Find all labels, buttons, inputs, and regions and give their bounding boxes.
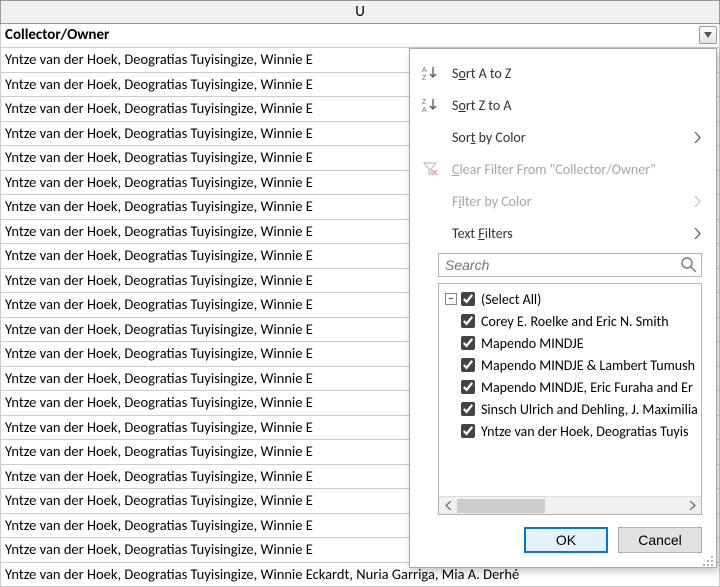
filter-item-label: Sinsch Ulrich and Dehling, J. Maximilia	[481, 401, 697, 418]
clear-filter: Clear Filter From "Collector/Owner"	[410, 153, 716, 185]
filter-item-label: Yntze van der Hoek, Deogratias Tuyis	[481, 423, 688, 440]
filter-checkbox-row[interactable]: Yntze van der Hoek, Deogratias Tuyis	[461, 420, 697, 442]
filter-item-label: Mapendo MINDJE & Lambert Tumush	[481, 357, 695, 374]
filter-item-checkbox[interactable]	[461, 402, 475, 416]
autofilter-popup: A Z Sort A to Z Z A Sort Z to A Sort by …	[409, 48, 717, 568]
filter-search-input[interactable]	[438, 253, 702, 277]
column-header-cell[interactable]: Collector/Owner	[0, 24, 720, 48]
menu-label: Text Filters	[452, 225, 692, 242]
filter-checkbox-row[interactable]: Sinsch Ulrich and Dehling, J. Maximilia	[461, 398, 697, 420]
sort-z-to-a[interactable]: Z A Sort Z to A	[410, 89, 716, 121]
filter-item-checkbox[interactable]	[461, 336, 475, 350]
filter-item-checkbox[interactable]	[461, 380, 475, 394]
filter-item-label: Mapendo MINDJE, Eric Furaha and Er	[481, 379, 693, 396]
select-all-checkbox[interactable]	[461, 292, 475, 306]
horizontal-scrollbar[interactable]	[439, 496, 701, 514]
filter-checkbox-row[interactable]: Mapendo MINDJE, Eric Furaha and Er	[461, 376, 697, 398]
column-letter-header[interactable]: U	[0, 0, 720, 24]
chevron-right-icon	[692, 132, 702, 142]
svg-text:A: A	[422, 67, 427, 74]
svg-text:Z: Z	[422, 99, 427, 106]
cancel-button[interactable]: Cancel	[618, 527, 702, 553]
menu-label: Filter by Color	[452, 193, 692, 210]
scrollbar-track[interactable]	[457, 498, 683, 514]
svg-text:Z: Z	[422, 75, 427, 81]
filter-dropdown-button[interactable]	[699, 26, 717, 44]
menu-label: Sort A to Z	[452, 65, 702, 82]
filter-checkbox-row[interactable]: Corey E. Roelke and Eric N. Smith	[461, 310, 697, 332]
scroll-left-arrow[interactable]	[439, 498, 457, 514]
chevron-right-icon	[692, 228, 702, 238]
filter-checkbox-row[interactable]: Mapendo MINDJE & Lambert Tumush	[461, 354, 697, 376]
sort-desc-icon: Z A	[420, 95, 442, 115]
sort-asc-icon: A Z	[420, 63, 442, 83]
menu-label: Sort Z to A	[452, 97, 702, 114]
menu-label: Sort by Color	[452, 129, 692, 146]
filter-item-label: Corey E. Roelke and Eric N. Smith	[481, 313, 669, 330]
column-header-label: Collector/Owner	[5, 26, 109, 44]
resize-grip-icon[interactable]	[702, 553, 714, 565]
select-all-checkbox-row[interactable]: − (Select All)	[445, 288, 697, 310]
text-filters[interactable]: Text Filters	[410, 217, 716, 249]
sort-by-color[interactable]: Sort by Color	[410, 121, 716, 153]
chevron-down-icon	[704, 32, 712, 38]
ok-button[interactable]: OK	[524, 527, 608, 553]
tree-collapse-icon[interactable]: −	[445, 293, 457, 305]
scroll-right-arrow[interactable]	[683, 498, 701, 514]
select-all-label: (Select All)	[481, 291, 541, 308]
sort-a-to-z[interactable]: A Z Sort A to Z	[410, 57, 716, 89]
search-icon	[680, 256, 698, 274]
scrollbar-thumb[interactable]	[457, 499, 545, 513]
filter-checkbox-row[interactable]: Mapendo MINDJE	[461, 332, 697, 354]
filter-item-checkbox[interactable]	[461, 314, 475, 328]
clear-filter-icon	[420, 159, 442, 179]
filter-by-color: Filter by Color	[410, 185, 716, 217]
chevron-right-icon	[692, 196, 702, 206]
filter-item-label: Mapendo MINDJE	[481, 335, 584, 352]
filter-item-checkbox[interactable]	[461, 358, 475, 372]
svg-text:A: A	[422, 107, 427, 113]
menu-label: Clear Filter From "Collector/Owner"	[452, 161, 702, 178]
filter-item-checkbox[interactable]	[461, 424, 475, 438]
